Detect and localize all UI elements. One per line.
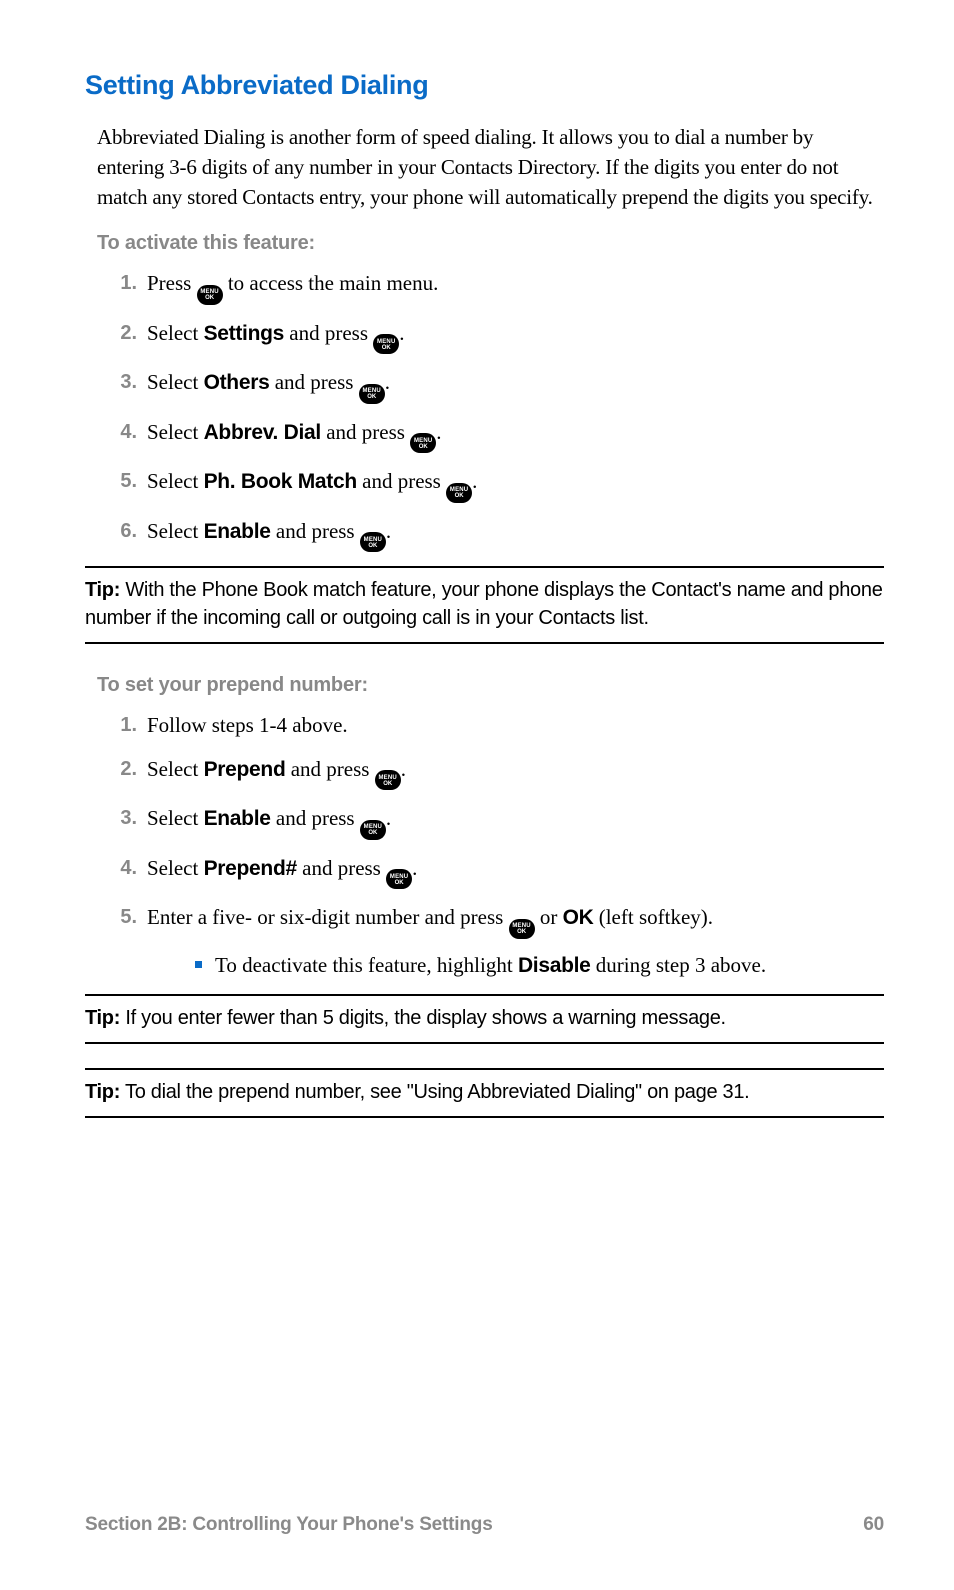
tip-text: With the Phone Book match feature, your … — [85, 579, 883, 629]
section-heading: Setting Abbreviated Dialing — [85, 70, 884, 101]
menu-ok-icon: MENUOK — [410, 433, 436, 453]
tip-box: Tip: With the Phone Book match feature, … — [85, 566, 884, 644]
menu-ok-icon: MENUOK — [446, 483, 472, 503]
step-bold: Abbrev. Dial — [204, 421, 321, 444]
step-text: Select — [147, 321, 204, 345]
step-item: Select Enable and press MENUOK. — [97, 517, 884, 553]
step-item: Follow steps 1-4 above. — [97, 711, 884, 740]
menu-ok-icon: MENUOK — [509, 919, 535, 939]
menu-ok-icon: MENUOK — [359, 384, 385, 404]
step-item: Select Settings and press MENUOK. — [97, 319, 884, 355]
step-text: Select — [147, 519, 204, 543]
manual-page: Setting Abbreviated Dialing Abbreviated … — [0, 0, 954, 1590]
menu-ok-icon: MENUOK — [375, 770, 401, 790]
step-text: Select — [147, 856, 204, 880]
period: . — [401, 757, 406, 781]
step-bold: Others — [204, 371, 270, 394]
step-text: Select — [147, 806, 204, 830]
period: . — [385, 370, 390, 394]
activate-steps-list: Press MENUOK to access the main menu. Se… — [97, 269, 884, 552]
menu-ok-icon: MENUOK — [373, 334, 399, 354]
step-bold: Settings — [204, 322, 284, 345]
sub-text: during step 3 above. — [591, 953, 767, 977]
step-bold: OK — [563, 906, 594, 929]
tip-label: Tip: — [85, 1081, 120, 1103]
menu-ok-icon: MENUOK — [197, 285, 223, 305]
step-text: Select — [147, 757, 204, 781]
step-text: Select — [147, 370, 204, 394]
step-text: and press — [271, 519, 360, 543]
prepend-steps-list: Follow steps 1-4 above. Select Prepend a… — [97, 711, 884, 980]
prepend-subheading: To set your prepend number: — [97, 674, 884, 697]
page-footer: Section 2B: Controlling Your Phone's Set… — [85, 1514, 884, 1536]
step-text: and press — [357, 469, 446, 493]
step-item: Select Abbrev. Dial and press MENUOK. — [97, 418, 884, 454]
tip-text: To dial the prepend number, see "Using A… — [120, 1081, 749, 1103]
step-text: and press — [321, 420, 410, 444]
period: . — [399, 321, 404, 345]
step-text: and press — [297, 856, 386, 880]
period: . — [386, 519, 391, 543]
footer-section-title: Section 2B: Controlling Your Phone's Set… — [85, 1514, 493, 1536]
step-bold: Prepend# — [204, 857, 297, 880]
period: . — [472, 469, 477, 493]
step-item: Select Others and press MENUOK. — [97, 368, 884, 404]
step-text: Press — [147, 271, 197, 295]
period: . — [412, 856, 417, 880]
menu-ok-icon: MENUOK — [360, 820, 386, 840]
step-item: Select Prepend# and press MENUOK. — [97, 854, 884, 890]
step-item: Press MENUOK to access the main menu. — [97, 269, 884, 305]
tip-box: Tip: To dial the prepend number, see "Us… — [85, 1068, 884, 1118]
intro-paragraph: Abbreviated Dialing is another form of s… — [97, 123, 884, 212]
step-text: Select — [147, 420, 204, 444]
tip-label: Tip: — [85, 579, 120, 601]
step-text: and press — [284, 321, 373, 345]
step-bold: Enable — [204, 520, 271, 543]
period: . — [386, 806, 391, 830]
tip-label: Tip: — [85, 1007, 120, 1029]
menu-ok-icon: MENUOK — [360, 532, 386, 552]
menu-ok-icon: MENUOK — [386, 869, 412, 889]
step-bold: Prepend — [204, 758, 286, 781]
step-text: and press — [269, 370, 358, 394]
sub-item: To deactivate this feature, highlight Di… — [195, 951, 884, 980]
activate-subheading: To activate this feature: — [97, 232, 884, 255]
step-text: Follow steps 1-4 above. — [147, 713, 348, 737]
tip-box: Tip: If you enter fewer than 5 digits, t… — [85, 994, 884, 1044]
sub-list: To deactivate this feature, highlight Di… — [195, 951, 884, 980]
step-text: Enter a five- or six-digit number and pr… — [147, 905, 509, 929]
period: . — [436, 420, 441, 444]
step-bold: Ph. Book Match — [204, 470, 357, 493]
step-item: Select Enable and press MENUOK. — [97, 804, 884, 840]
sub-bold: Disable — [518, 954, 591, 977]
step-text: and press — [285, 757, 374, 781]
step-bold: Enable — [204, 807, 271, 830]
footer-page-number: 60 — [863, 1514, 884, 1536]
sub-text: To deactivate this feature, highlight — [215, 953, 518, 977]
step-text: to access the main menu. — [223, 271, 439, 295]
step-item: Enter a five- or six-digit number and pr… — [97, 903, 884, 980]
step-text: or — [535, 905, 563, 929]
step-item: Select Ph. Book Match and press MENUOK. — [97, 467, 884, 503]
step-text: (left softkey). — [593, 905, 713, 929]
step-text: and press — [271, 806, 360, 830]
step-text: Select — [147, 469, 204, 493]
step-item: Select Prepend and press MENUOK. — [97, 755, 884, 791]
tip-text: If you enter fewer than 5 digits, the di… — [120, 1007, 726, 1029]
